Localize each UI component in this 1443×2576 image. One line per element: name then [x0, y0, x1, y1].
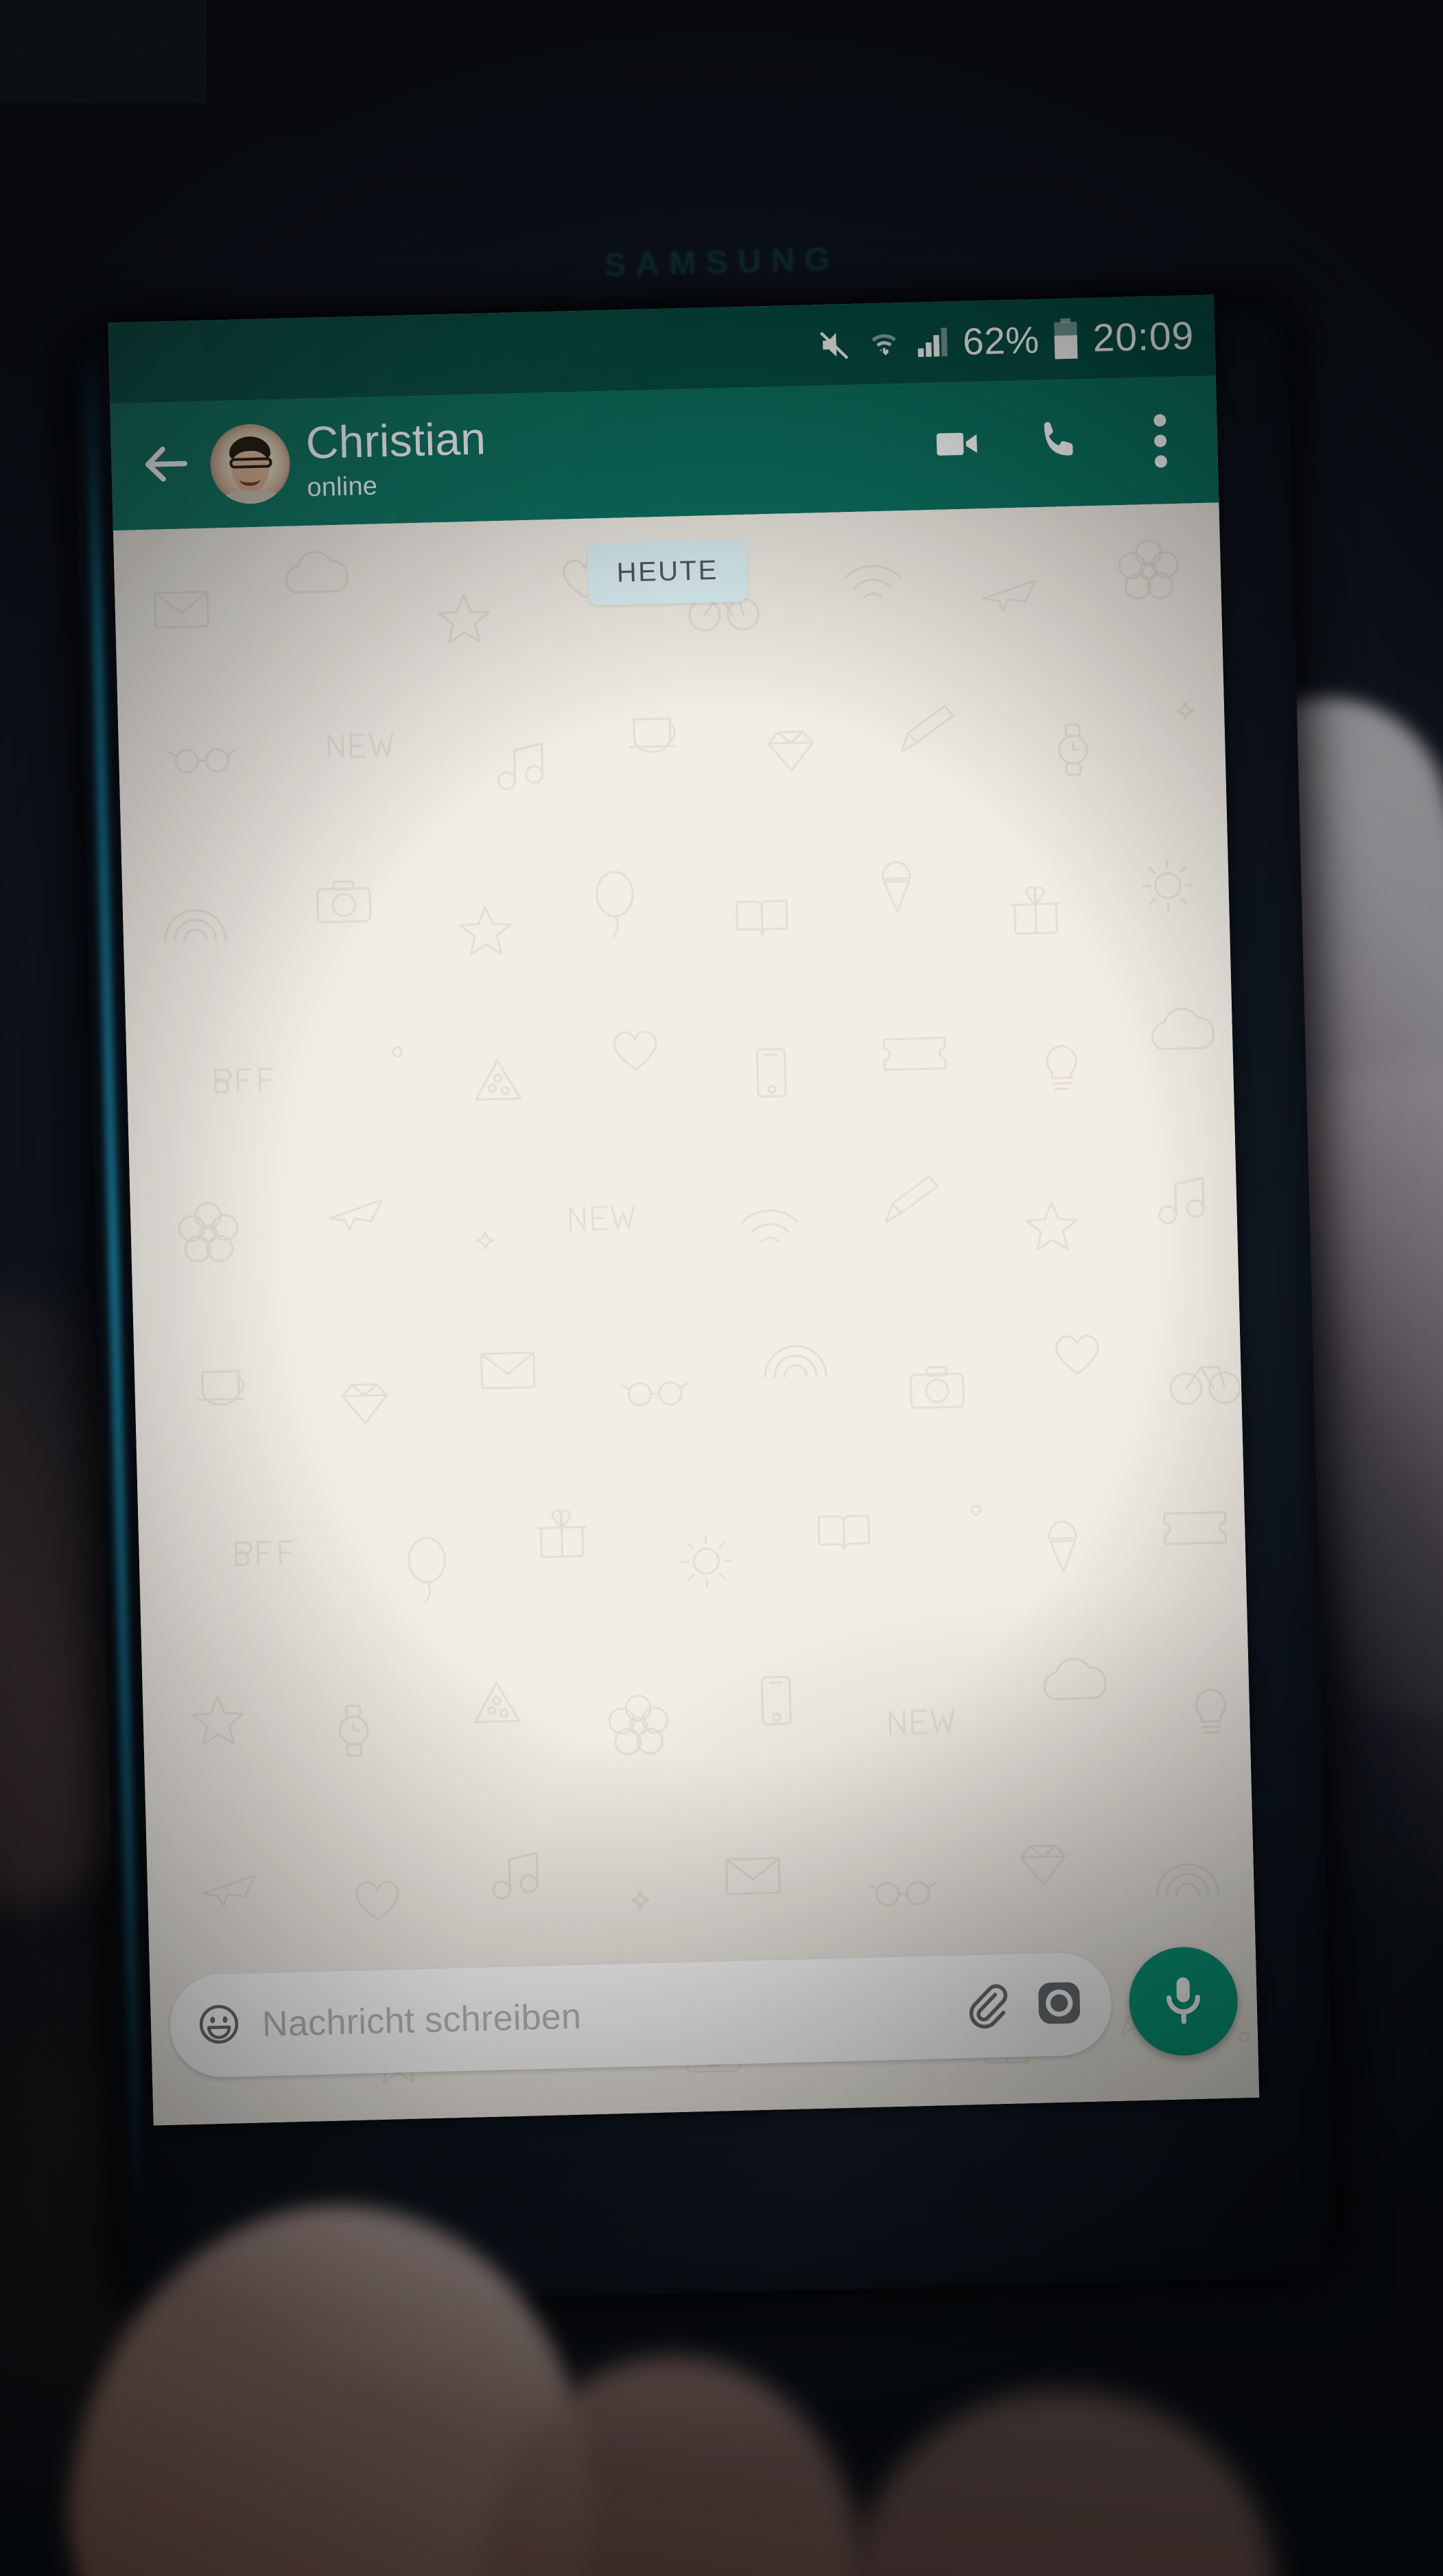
paperclip-icon — [961, 1980, 1011, 2033]
avatar-face — [231, 450, 270, 493]
overflow-menu-button[interactable] — [1130, 410, 1190, 471]
message-input-placeholder[interactable]: Nachricht schreiben — [261, 1987, 941, 2045]
app-bar-actions — [927, 410, 1195, 476]
chat-message-area[interactable]: HEUTE Nachricht schreiben — [113, 502, 1260, 2126]
phone-icon — [1034, 417, 1083, 469]
emoji-smiley-icon — [196, 2001, 242, 2051]
chat-wallpaper — [113, 502, 1260, 2126]
camera-icon — [1033, 1976, 1086, 2033]
message-composer: Nachricht schreiben — [149, 1926, 1259, 2126]
cellular-signal-icon — [915, 326, 950, 358]
phone-screen: 62% 20:09 Christian online HEUTE Nachric… — [108, 294, 1260, 2126]
voice-record-button[interactable] — [1127, 1945, 1239, 2057]
mute-speaker-icon — [817, 327, 854, 363]
photo-scene: SAMSUNG 62% 20:09 Christian online HEUTE… — [0, 0, 1443, 2576]
avatar-shirt — [225, 490, 277, 504]
voice-call-button[interactable] — [1029, 413, 1089, 473]
back-arrow-icon — [139, 436, 195, 495]
video-call-button[interactable] — [927, 415, 987, 476]
contact-header[interactable]: Christian online — [305, 403, 929, 504]
camera-button[interactable] — [1030, 1975, 1089, 2034]
video-camera-icon — [932, 419, 983, 473]
message-input-pill[interactable]: Nachricht schreiben — [169, 1952, 1113, 2079]
contact-name: Christian — [305, 412, 486, 469]
back-button[interactable] — [134, 434, 198, 498]
wifi-icon — [867, 326, 902, 361]
battery-icon — [1053, 318, 1080, 361]
attach-button[interactable] — [959, 1979, 1013, 2034]
battery-percent-label: 62% — [962, 318, 1040, 363]
microphone-icon — [1155, 1971, 1212, 2032]
status-bar-clock: 20:09 — [1092, 313, 1195, 360]
samsung-brand-print: SAMSUNG — [603, 241, 840, 284]
avatar-glasses — [229, 457, 273, 469]
avatar[interactable] — [209, 423, 291, 505]
emoji-button[interactable] — [193, 2000, 245, 2052]
date-divider-chip: HEUTE — [587, 539, 748, 606]
kebab-menu-icon — [1153, 413, 1168, 468]
phone-device: 62% 20:09 Christian online HEUTE Nachric… — [72, 294, 1337, 2308]
